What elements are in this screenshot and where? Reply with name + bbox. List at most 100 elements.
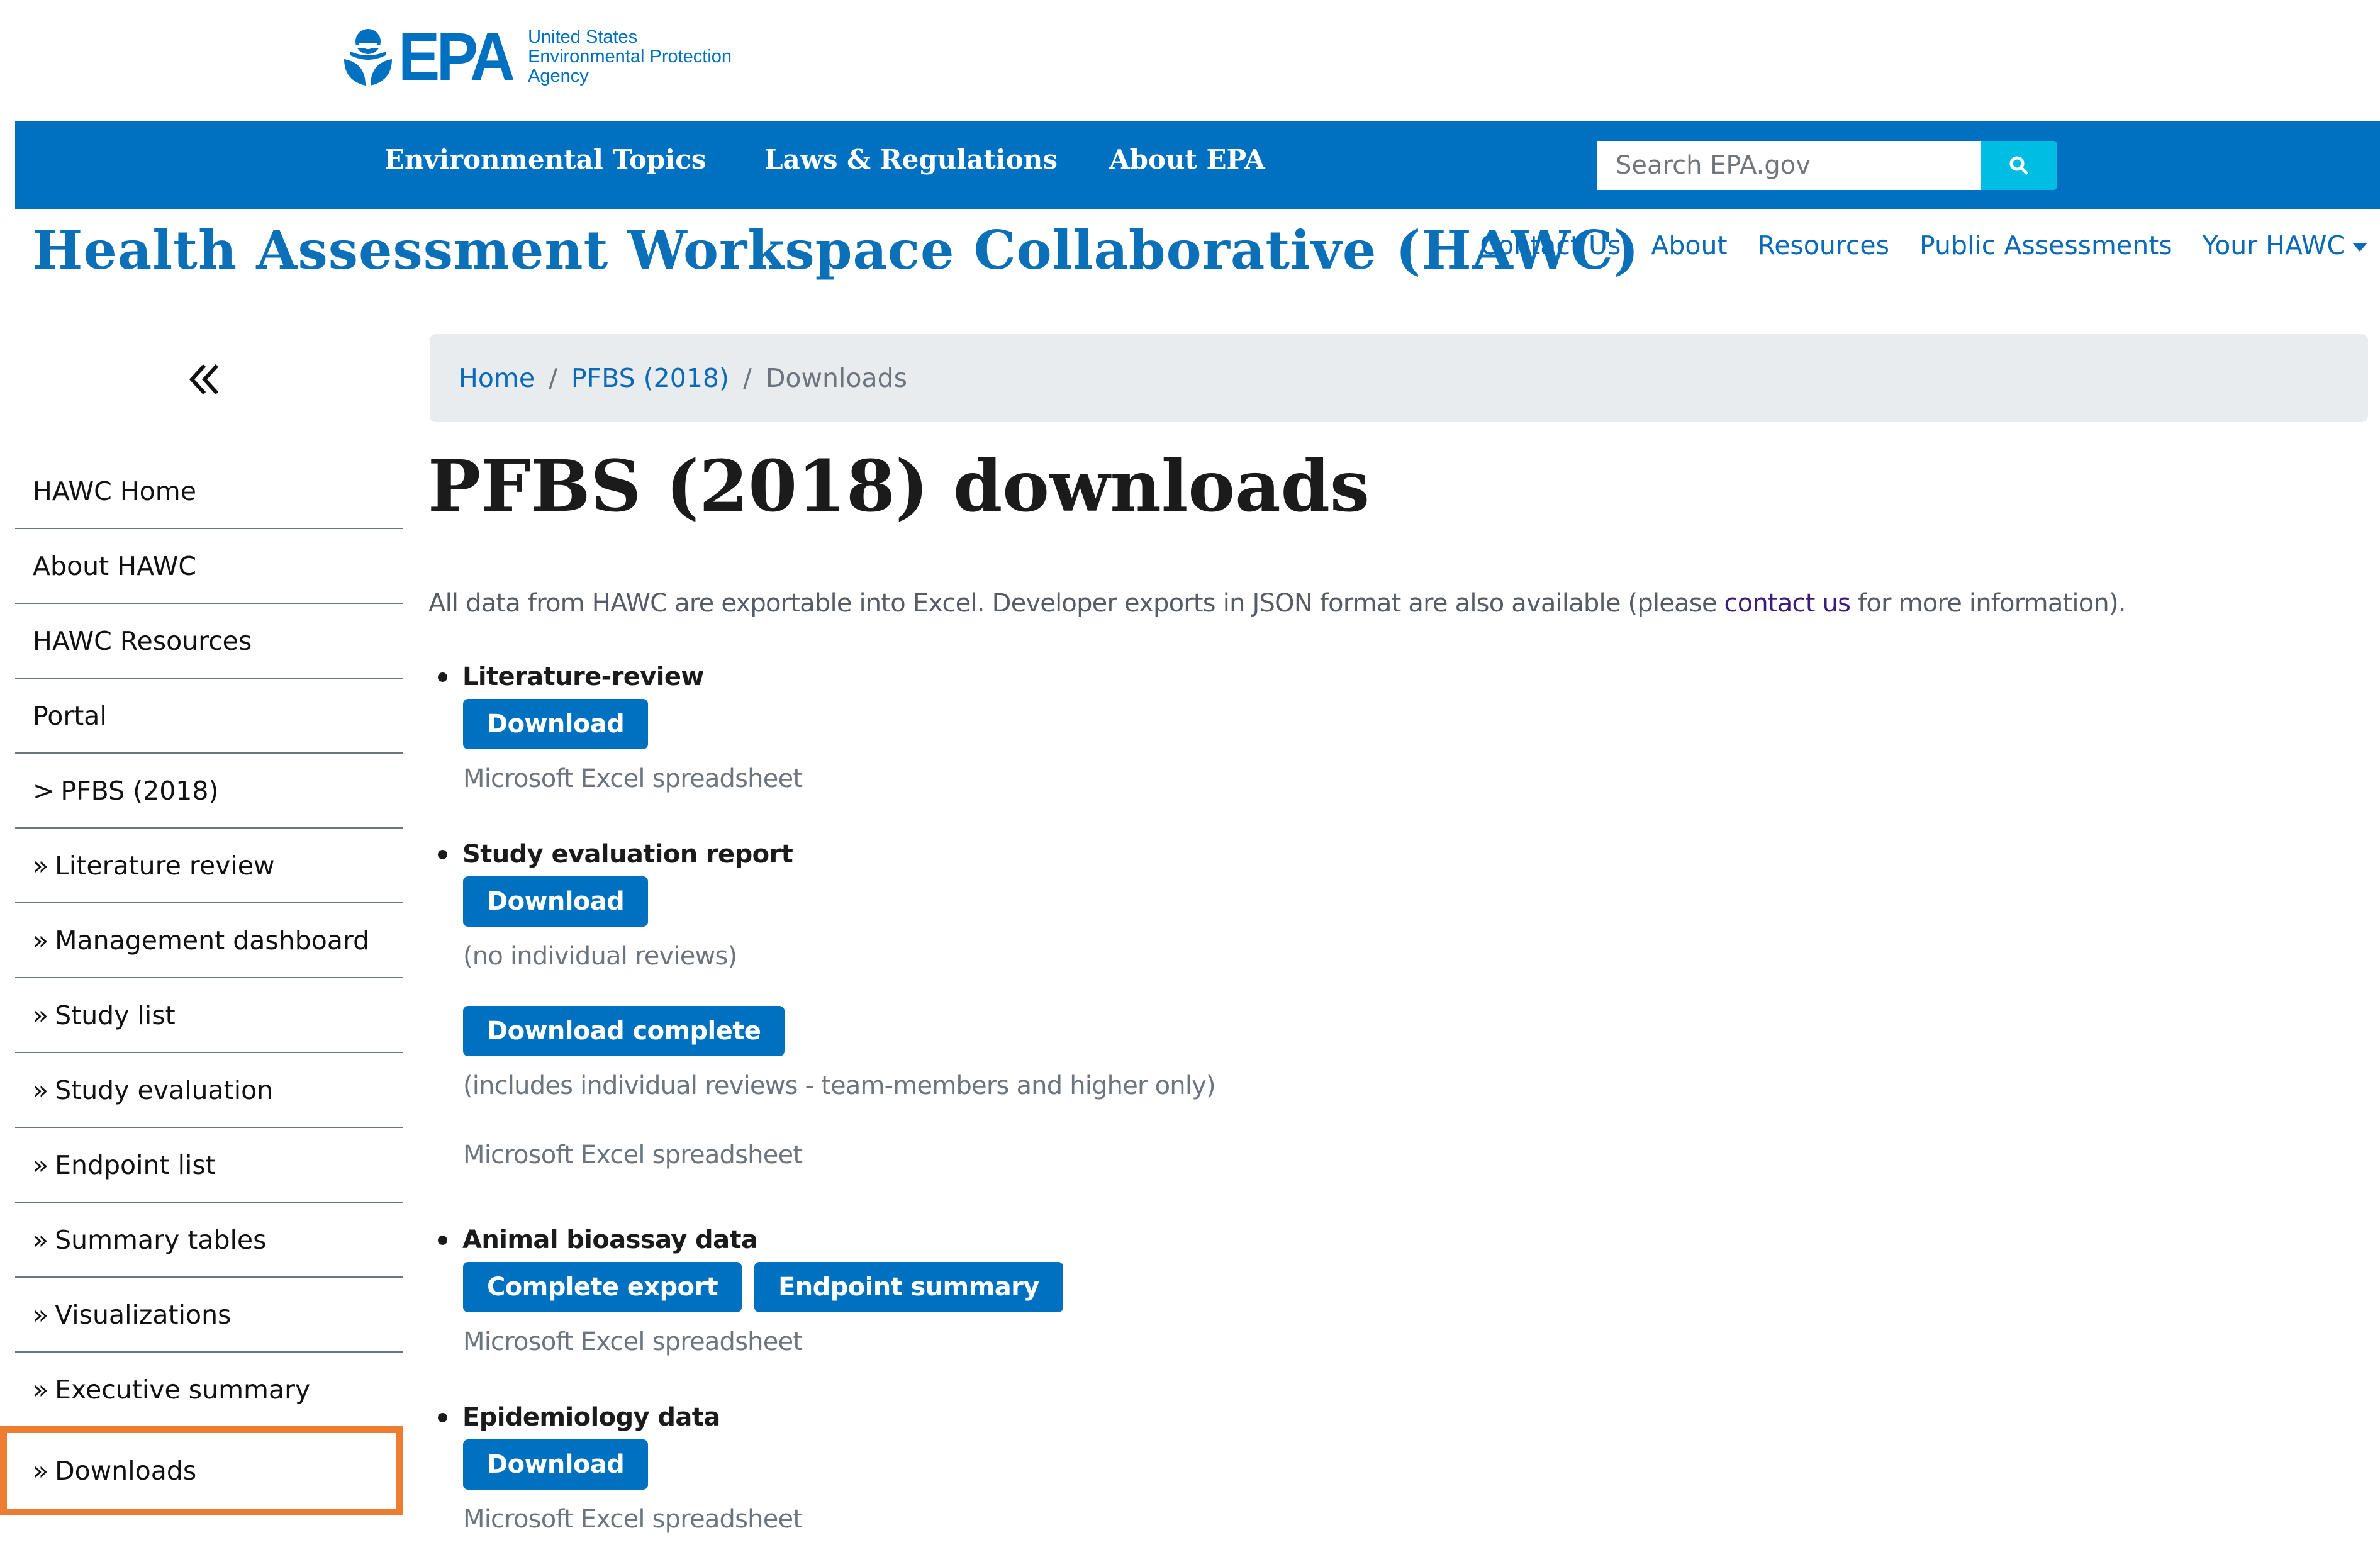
nav-public-assessments[interactable]: Public Assessments (1919, 230, 2172, 260)
nav-your-hawc-dropdown[interactable]: Your HAWC (2203, 230, 2367, 260)
caret-down-icon (2352, 243, 2367, 252)
intro-text-before: All data from HAWC are exportable into E… (428, 589, 1724, 618)
section-heading: Study evaluation report (438, 840, 1215, 869)
sidebar-item-hawc-resources[interactable]: HAWC Resources (15, 604, 403, 679)
sidebar-item-label: Visualizations (55, 1299, 232, 1330)
sidebar-item-summary-tables[interactable]: » Summary tables (15, 1203, 403, 1278)
search-button[interactable] (1981, 141, 2057, 190)
breadcrumb-pfbs-2018[interactable]: PFBS (2018) (571, 363, 729, 393)
file-type-note: Microsoft Excel spreadsheet (463, 764, 803, 793)
study-evaluation-complete-note: (includes individual reviews - team-memb… (463, 1071, 1216, 1100)
intro-text: All data from HAWC are exportable into E… (428, 589, 2126, 618)
sidebar-item-hawc-home[interactable]: HAWC Home (15, 454, 403, 529)
sidebar-item-endpoint-list[interactable]: » Endpoint list (15, 1128, 403, 1203)
search-icon (2009, 156, 2028, 175)
sidebar: HAWC Home About HAWC HAWC Resources Port… (0, 454, 403, 1515)
search-input[interactable] (1597, 141, 1981, 190)
sidebar-item-literature-review[interactable]: » Literature review (15, 829, 403, 903)
agency-name-line: Environmental Protection (528, 46, 732, 67)
double-chevron-right-icon: » (33, 1074, 49, 1105)
nav-laws-regulations[interactable]: Laws & Regulations (764, 144, 1058, 175)
study-evaluation-download-button[interactable]: Download (463, 876, 649, 927)
epidemiology-download-button[interactable]: Download (463, 1439, 649, 1490)
sidebar-item-label: HAWC Resources (33, 625, 252, 656)
section-heading: Epidemiology data (438, 1403, 802, 1432)
sidebar-item-label: Study evaluation (55, 1074, 274, 1105)
breadcrumb-home[interactable]: Home (459, 363, 535, 393)
sidebar-item-label: Summary tables (55, 1224, 267, 1255)
double-chevron-right-icon: » (33, 1224, 49, 1255)
sidebar-item-label: About HAWC (33, 550, 197, 581)
section-literature-review: Literature-review Download Microsoft Exc… (438, 662, 803, 793)
nav-environmental-topics[interactable]: Environmental Topics (384, 144, 706, 175)
button-row: Download (463, 699, 802, 749)
agency-name-line: United States (528, 26, 638, 47)
contact-us-link[interactable]: contact us (1724, 589, 1851, 618)
sidebar-item-label: HAWC Home (33, 476, 196, 506)
sidebar-item-study-list[interactable]: » Study list (15, 978, 403, 1053)
nav-about[interactable]: About (1651, 230, 1727, 260)
button-row: Complete export Endpoint summary (463, 1262, 1063, 1312)
file-type-note: Microsoft Excel spreadsheet (463, 1141, 803, 1169)
study-evaluation-download-complete-button[interactable]: Download complete (463, 1006, 785, 1056)
sidebar-item-management-dashboard[interactable]: » Management dashboard (15, 903, 403, 978)
double-chevron-right-icon: » (33, 850, 49, 881)
file-type-note: Microsoft Excel spreadsheet (463, 1327, 803, 1356)
agency-name: United States Environmental Protection A… (528, 26, 732, 86)
sidebar-item-executive-summary[interactable]: » Executive summary (15, 1353, 403, 1427)
button-row: Download (463, 1439, 802, 1490)
sidebar-item-downloads[interactable]: » Downloads (0, 1426, 403, 1515)
double-chevron-right-icon: » (33, 925, 49, 956)
section-heading: Animal bioassay data (438, 1225, 1063, 1254)
epa-logo[interactable]: EPA United States Environmental Protecti… (342, 18, 732, 94)
sidebar-item-label: PFBS (2018) (60, 775, 219, 806)
bullet-icon (438, 1412, 447, 1422)
literature-review-download-button[interactable]: Download (463, 699, 649, 749)
chevron-right-icon: > (33, 775, 55, 806)
double-chevron-left-icon (189, 364, 219, 395)
double-chevron-right-icon: » (33, 1299, 49, 1330)
sidebar-item-about-hawc[interactable]: About HAWC (15, 529, 403, 604)
sidebar-item-label: Management dashboard (55, 925, 370, 956)
agency-name-line: Agency (528, 65, 589, 86)
nav-resources[interactable]: Resources (1758, 230, 1889, 260)
sidebar-item-label: Executive summary (55, 1374, 311, 1405)
double-chevron-right-icon: » (33, 1456, 49, 1486)
section-heading: Literature-review (438, 662, 802, 691)
sidebar-item-label: Downloads (55, 1456, 197, 1486)
double-chevron-right-icon: » (33, 1149, 49, 1180)
nav-contact-us[interactable]: Contact Us (1480, 230, 1621, 260)
double-chevron-right-icon: » (33, 1374, 49, 1405)
section-study-evaluation-report: Study evaluation report Download (no ind… (438, 840, 1216, 1169)
section-epidemiology-data: Epidemiology data Download Microsoft Exc… (438, 1403, 803, 1534)
breadcrumb: Home / PFBS (2018) / Downloads (430, 334, 2368, 422)
sidebar-item-label: Endpoint list (55, 1149, 216, 1180)
sidebar-item-label: Portal (33, 700, 107, 731)
sidebar-item-portal[interactable]: Portal (15, 679, 403, 754)
sidebar-item-study-evaluation[interactable]: » Study evaluation (15, 1053, 403, 1128)
section-heading-label: Study evaluation report (462, 840, 793, 869)
button-row: Download (463, 876, 1215, 927)
intro-text-after: for more information). (1850, 589, 2126, 618)
epa-seal-icon (344, 29, 392, 86)
section-animal-bioassay-data: Animal bioassay data Complete export End… (438, 1225, 1063, 1356)
bullet-icon (438, 1235, 447, 1245)
nav-about-epa[interactable]: About EPA (1109, 144, 1265, 175)
sidebar-item-pfbs-2018[interactable]: > PFBS (2018) (15, 754, 403, 829)
animal-bioassay-endpoint-summary-button[interactable]: Endpoint summary (754, 1262, 1063, 1312)
file-type-note: Microsoft Excel spreadsheet (463, 1505, 803, 1534)
hawc-nav: Contact Us About Resources Public Assess… (1480, 230, 2367, 260)
section-heading-label: Animal bioassay data (462, 1225, 758, 1254)
breadcrumb-current: Downloads (765, 363, 908, 393)
sidebar-collapse-button[interactable] (182, 357, 226, 401)
study-evaluation-note: (no individual reviews) (463, 942, 737, 971)
site-title[interactable]: Health Assessment Workspace Collaborativ… (33, 219, 1640, 281)
double-chevron-right-icon: » (33, 1000, 49, 1030)
nav-your-hawc-label: Your HAWC (2202, 230, 2345, 260)
page-title: PFBS (2018) downloads (428, 445, 1370, 528)
animal-bioassay-complete-export-button[interactable]: Complete export (463, 1262, 742, 1312)
epa-wordmark: EPA (398, 18, 515, 94)
sidebar-item-visualizations[interactable]: » Visualizations (15, 1278, 403, 1353)
section-heading-label: Epidemiology data (462, 1403, 720, 1432)
button-row: Download complete (463, 1006, 1215, 1056)
